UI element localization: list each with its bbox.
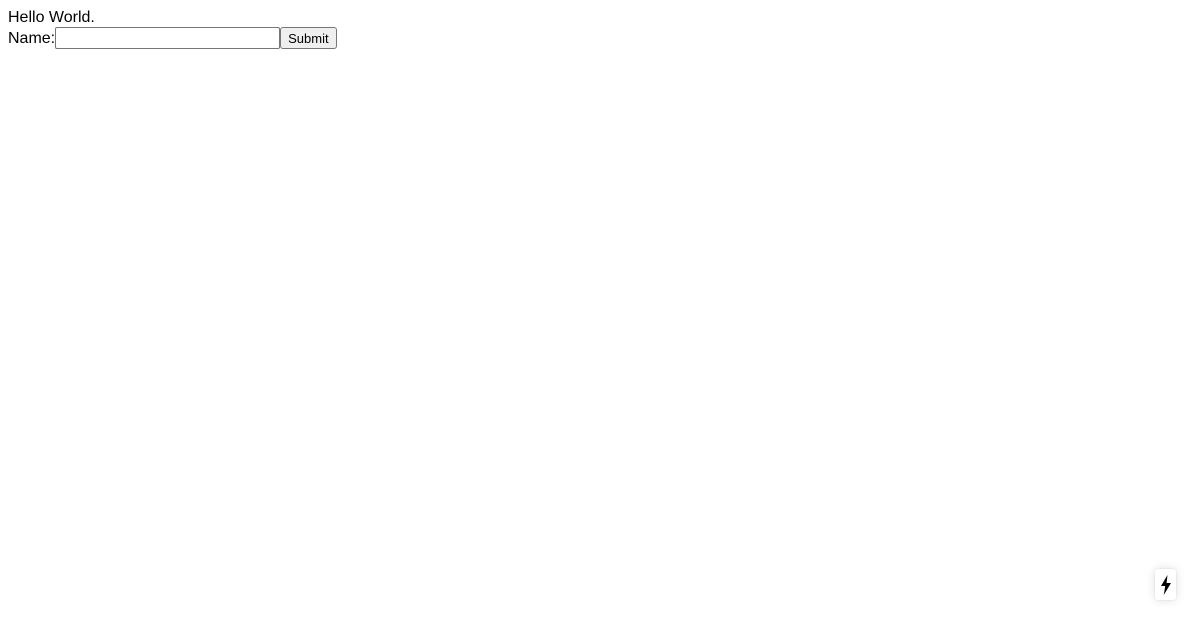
page-content: Hello World. Name: Submit	[8, 8, 337, 49]
name-input[interactable]	[55, 27, 281, 49]
name-label: Name:	[8, 29, 56, 47]
lightning-bolt-icon	[1160, 574, 1171, 595]
greeting-text: Hello World.	[8, 9, 95, 26]
name-form: Name: Submit	[8, 27, 337, 49]
dev-indicator-button[interactable]	[1155, 569, 1176, 600]
submit-button[interactable]: Submit	[280, 27, 337, 49]
